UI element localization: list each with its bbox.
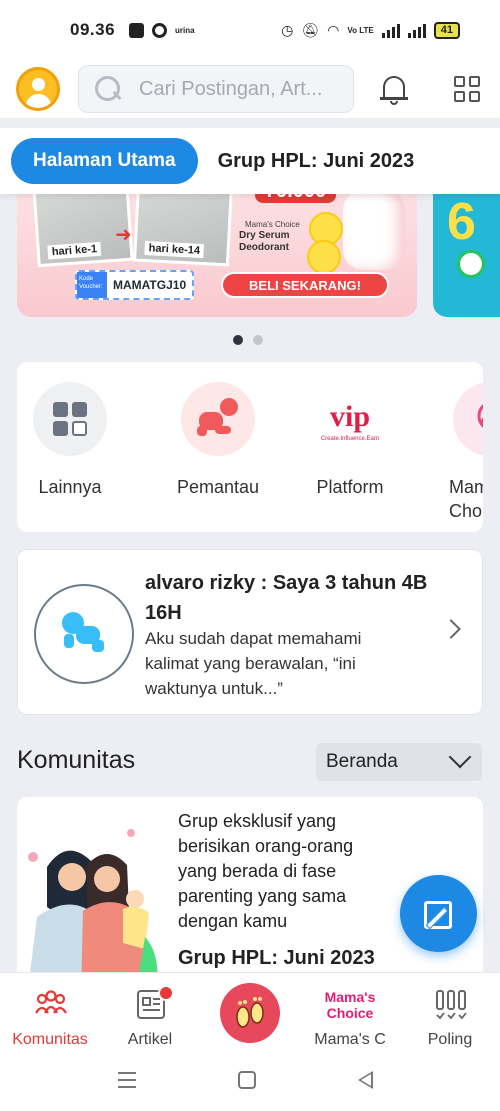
search-input[interactable] xyxy=(139,77,339,101)
recent-apps-icon[interactable] xyxy=(118,1072,136,1088)
milestone-title: alvaro rizky : Saya 3 tahun 4B 16H xyxy=(145,572,428,624)
top-tabs: Halaman Utama Grup HPL: Juni 2023 xyxy=(0,128,500,194)
grid-menu-icon[interactable] xyxy=(454,76,480,102)
section-title-komunitas: Komunitas xyxy=(17,746,136,774)
menu-label: Mama's Cho xyxy=(449,477,483,521)
nav-label: Mama's C xyxy=(314,1031,386,1048)
carousel-dots xyxy=(233,335,263,345)
app-notification-icon xyxy=(152,22,168,38)
promo-banner[interactable]: hari ke-1 ➜ hari ke-14 79.000 Mama's Cho… xyxy=(17,194,417,317)
grid-icon xyxy=(33,382,107,456)
community-icon xyxy=(35,990,67,1014)
child-avatar xyxy=(34,584,134,684)
menu-label: Pemantau xyxy=(176,477,260,497)
product-bottle-image xyxy=(343,194,405,270)
next-promo-banner[interactable]: 6 xyxy=(433,194,500,317)
banner-price: 79.000 xyxy=(255,194,337,203)
arrow-right-icon: ➜ xyxy=(115,224,132,246)
status-left-icons: urina xyxy=(129,22,195,38)
next-banner-text: 6 xyxy=(447,194,476,251)
check-icon xyxy=(457,250,485,278)
notification-badge xyxy=(158,985,174,1001)
bottom-navigation: Komunitas Artikel Mama's Choice Mama's C xyxy=(0,972,500,1052)
signal-icon xyxy=(381,23,400,38)
signal-icon-2 xyxy=(407,23,426,38)
avatar-body xyxy=(26,94,51,108)
mama-icon xyxy=(453,382,483,456)
vip-logo: vip Create.Influence.Earn xyxy=(313,382,387,456)
menu-item-mamas-choice[interactable]: Mama's Cho xyxy=(435,382,483,523)
banner-product-name: Dry Serum Deodorant xyxy=(239,230,290,253)
voucher-code: MAMATGJ10 xyxy=(113,278,187,292)
milestone-description: Aku sudah dapat memahami kalimat yang be… xyxy=(145,629,362,698)
after-photo-label: hari ke-14 xyxy=(144,241,205,259)
community-group-name: Grup HPL: Juni 2023 xyxy=(178,947,375,969)
buy-now-button[interactable]: BELI SEKARANG! xyxy=(221,272,389,298)
mamas-choice-logo: Mama's Choice xyxy=(324,989,376,1021)
voucher-box: Kode Voucher: MAMATGJ10 xyxy=(75,270,195,300)
menu-label: Platform xyxy=(316,477,384,497)
profile-avatar[interactable] xyxy=(16,67,60,111)
back-icon[interactable] xyxy=(358,1071,373,1089)
create-post-fab[interactable] xyxy=(400,875,477,952)
menu-item-pemantau[interactable]: Pemantau xyxy=(163,382,273,499)
baby-crawl-icon xyxy=(181,382,255,456)
community-description: Grup eksklusif yang berisikan orang-oran… xyxy=(178,811,354,931)
mute-icon: 🔕︎ xyxy=(301,21,320,38)
baby-crawl-icon xyxy=(62,612,104,652)
menu-item-platform[interactable]: vip Create.Influence.Earn Platform xyxy=(295,382,405,499)
promo-carousel[interactable]: hari ke-1 ➜ hari ke-14 79.000 Mama's Cho… xyxy=(0,194,500,320)
before-photo-label: hari ke-1 xyxy=(47,241,102,260)
tab-halaman-utama[interactable]: Halaman Utama xyxy=(11,138,198,184)
child-milestone-card[interactable]: alvaro rizky : Saya 3 tahun 4B 16H Aku s… xyxy=(17,549,483,715)
status-right-icons: ◷ 🔕︎ ◠ Vo LTE 41 xyxy=(281,21,460,39)
filter-selected-value: Beranda xyxy=(326,751,398,772)
voucher-label: Kode Voucher: xyxy=(77,272,107,298)
system-navigation-bar xyxy=(0,1052,500,1111)
search-bar[interactable] xyxy=(78,65,354,113)
menu-item-lainnya[interactable]: Lainnya xyxy=(17,382,125,499)
quick-menu-card: Lainnya Pemantau vip Create.Influence.Ea… xyxy=(17,362,483,532)
nav-label: Komunitas xyxy=(12,1031,88,1048)
status-time: 09.36 xyxy=(70,20,116,39)
battery-indicator: 41 xyxy=(433,21,460,39)
search-icon xyxy=(93,74,123,104)
avatar-head xyxy=(32,78,45,91)
app-header xyxy=(0,60,500,118)
vip-logo-sub: Create.Influence.Earn xyxy=(320,436,380,442)
chevron-right-icon[interactable] xyxy=(441,619,461,639)
status-bar: 09.36 urina ◷ 🔕︎ ◠ Vo LTE 41 xyxy=(0,0,500,60)
alarm-icon: ◷ xyxy=(281,21,294,38)
menu-label: Lainnya xyxy=(38,477,102,497)
community-filter-select[interactable]: Beranda xyxy=(316,743,482,781)
tab-grup-hpl[interactable]: Grup HPL: Juni 2023 xyxy=(218,150,415,173)
shopping-bag-icon xyxy=(129,22,145,38)
poll-icon xyxy=(436,990,467,1020)
bell-icon[interactable] xyxy=(380,72,408,106)
chevron-down-icon xyxy=(448,745,472,769)
after-photo: hari ke-14 xyxy=(132,194,234,267)
vip-logo-text: vip xyxy=(329,400,371,433)
footprint-icon xyxy=(236,997,264,1028)
home-icon[interactable] xyxy=(238,1071,256,1089)
banner-brand: Mama's Choice xyxy=(245,220,300,229)
wifi-icon: ◠ xyxy=(327,21,340,38)
carrier-tag: urina xyxy=(175,25,195,35)
carousel-dot-active[interactable] xyxy=(233,335,243,345)
lemon-image xyxy=(307,240,341,274)
nav-label: Artikel xyxy=(127,1031,173,1048)
footprint-center-button[interactable] xyxy=(220,983,280,1043)
volte-label: Vo LTE xyxy=(347,25,374,35)
nav-label: Poling xyxy=(427,1031,473,1048)
carousel-dot[interactable] xyxy=(253,335,263,345)
